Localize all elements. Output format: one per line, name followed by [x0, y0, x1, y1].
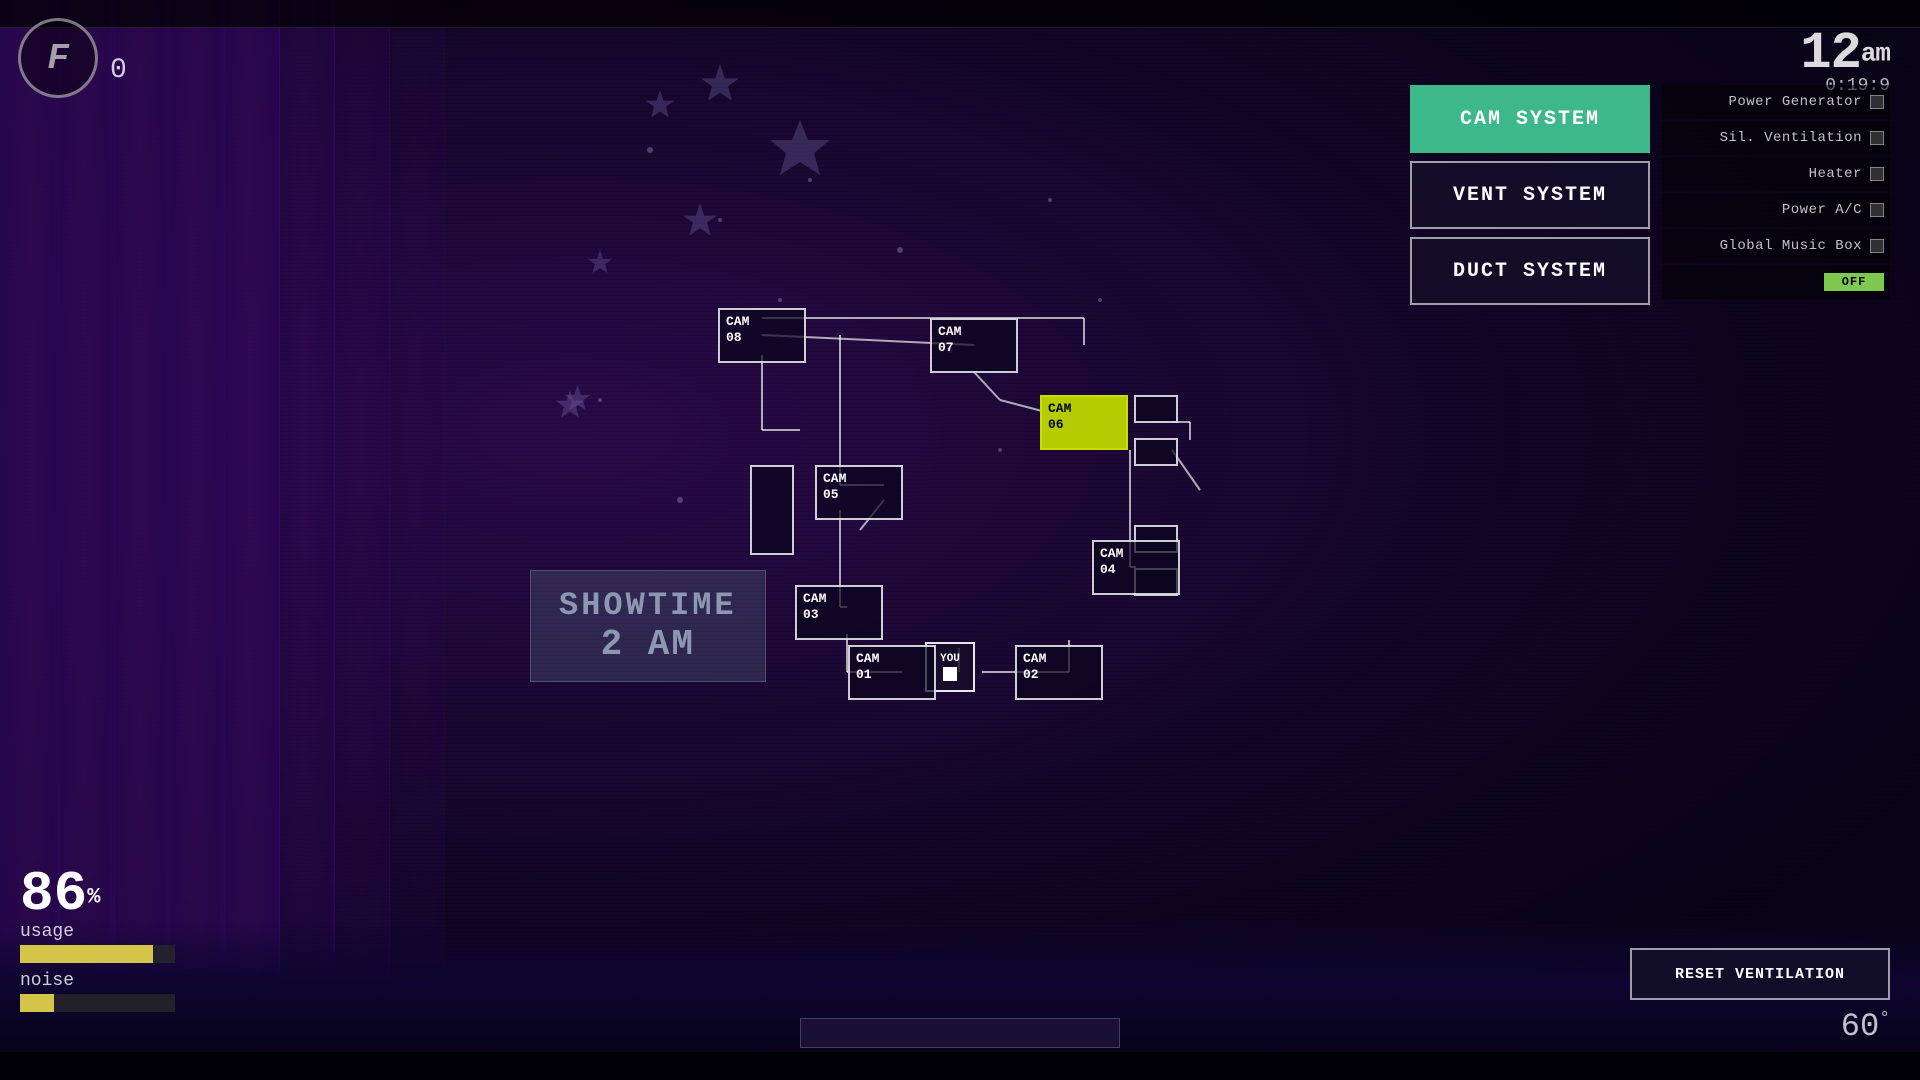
sys-power-generator[interactable]: Power Generator	[1662, 85, 1890, 119]
sys-global-music-box-indicator	[1870, 239, 1884, 253]
camera-map: CAM08 CAM07 CAM06 CAM05 CAM04 CAM03 YOU …	[640, 290, 1220, 710]
cam-node-08[interactable]: CAM08	[718, 308, 806, 363]
time-hour-display: 12am	[1800, 28, 1890, 80]
cam-node-06[interactable]: CAM06	[1040, 395, 1128, 450]
cam-node-05[interactable]: CAM05	[815, 465, 903, 520]
bottom-right-angle: 60°	[1841, 1008, 1890, 1045]
sys-power-ac-indicator	[1870, 203, 1884, 217]
sys-heater-label: Heater	[1809, 166, 1862, 182]
sys-sil-ventilation-indicator	[1870, 131, 1884, 145]
top-bar	[0, 0, 1920, 28]
noise-label: noise	[20, 971, 175, 991]
sys-power-ac-label: Power A/C	[1782, 202, 1862, 218]
vent-system-button[interactable]: VENT SYSTEM	[1410, 161, 1650, 229]
usage-percentage: 86	[20, 862, 87, 926]
duct-system-button[interactable]: DUCT SYSTEM	[1410, 237, 1650, 305]
angle-value: 60	[1841, 1008, 1879, 1045]
meters-panel: 86% usage noise	[20, 866, 175, 1020]
sys-sil-ventilation[interactable]: Sil. Ventilation	[1662, 121, 1890, 155]
sys-heater-indicator	[1870, 167, 1884, 181]
usage-label: usage	[20, 922, 175, 942]
control-buttons-panel: CAM SYSTEM VENT SYSTEM DUCT SYSTEM	[1410, 85, 1650, 305]
sys-off-bar: OFF	[1824, 273, 1884, 291]
bottom-center-bar	[800, 1018, 1120, 1048]
sys-global-music-box[interactable]: Global Music Box	[1662, 229, 1890, 263]
time-hour: 12	[1800, 24, 1860, 83]
sys-sil-ventilation-label: Sil. Ventilation	[1720, 130, 1862, 146]
cam-node-07[interactable]: CAM07	[930, 318, 1018, 373]
time-suffix: am	[1861, 39, 1890, 69]
sys-power-ac[interactable]: Power A/C	[1662, 193, 1890, 227]
you-label: YOU	[940, 653, 960, 666]
sys-heater[interactable]: Heater	[1662, 157, 1890, 191]
cam-node-extra-left[interactable]	[750, 465, 794, 555]
cam-node-02[interactable]: CAM02	[1015, 645, 1103, 700]
reset-ventilation-button[interactable]: RESET VENTILATION	[1630, 948, 1890, 1000]
noise-bar	[20, 994, 175, 1012]
systems-panel: Power Generator Sil. Ventilation Heater …	[1662, 85, 1890, 299]
noise-bar-fill	[20, 994, 54, 1012]
cam-system-button[interactable]: CAM SYSTEM	[1410, 85, 1650, 153]
usage-percentage-display: 86%	[20, 866, 175, 922]
cam-node-03[interactable]: CAM03	[795, 585, 883, 640]
cam-node-04[interactable]: CAM04	[1092, 540, 1180, 595]
freddy-letter: F	[47, 38, 69, 79]
cam-node-01[interactable]: CAM01	[848, 645, 936, 700]
cam-node-extra-1[interactable]	[1134, 395, 1178, 423]
sys-off-label: OFF	[1842, 275, 1867, 289]
score-display: 0	[110, 55, 127, 86]
sys-power-generator-label: Power Generator	[1728, 94, 1862, 110]
degree-symbol: °	[1879, 1009, 1890, 1029]
usage-bar-fill	[20, 945, 153, 963]
sys-global-music-box-label: Global Music Box	[1720, 238, 1862, 254]
you-dot	[943, 667, 957, 681]
freddy-icon: F	[18, 18, 98, 98]
bottom-bar	[0, 1052, 1920, 1080]
cam-node-extra-2[interactable]	[1134, 438, 1178, 466]
sys-power-generator-indicator	[1870, 95, 1884, 109]
usage-symbol: %	[87, 885, 100, 910]
usage-bar	[20, 945, 175, 963]
sys-off-row: OFF	[1662, 265, 1890, 299]
